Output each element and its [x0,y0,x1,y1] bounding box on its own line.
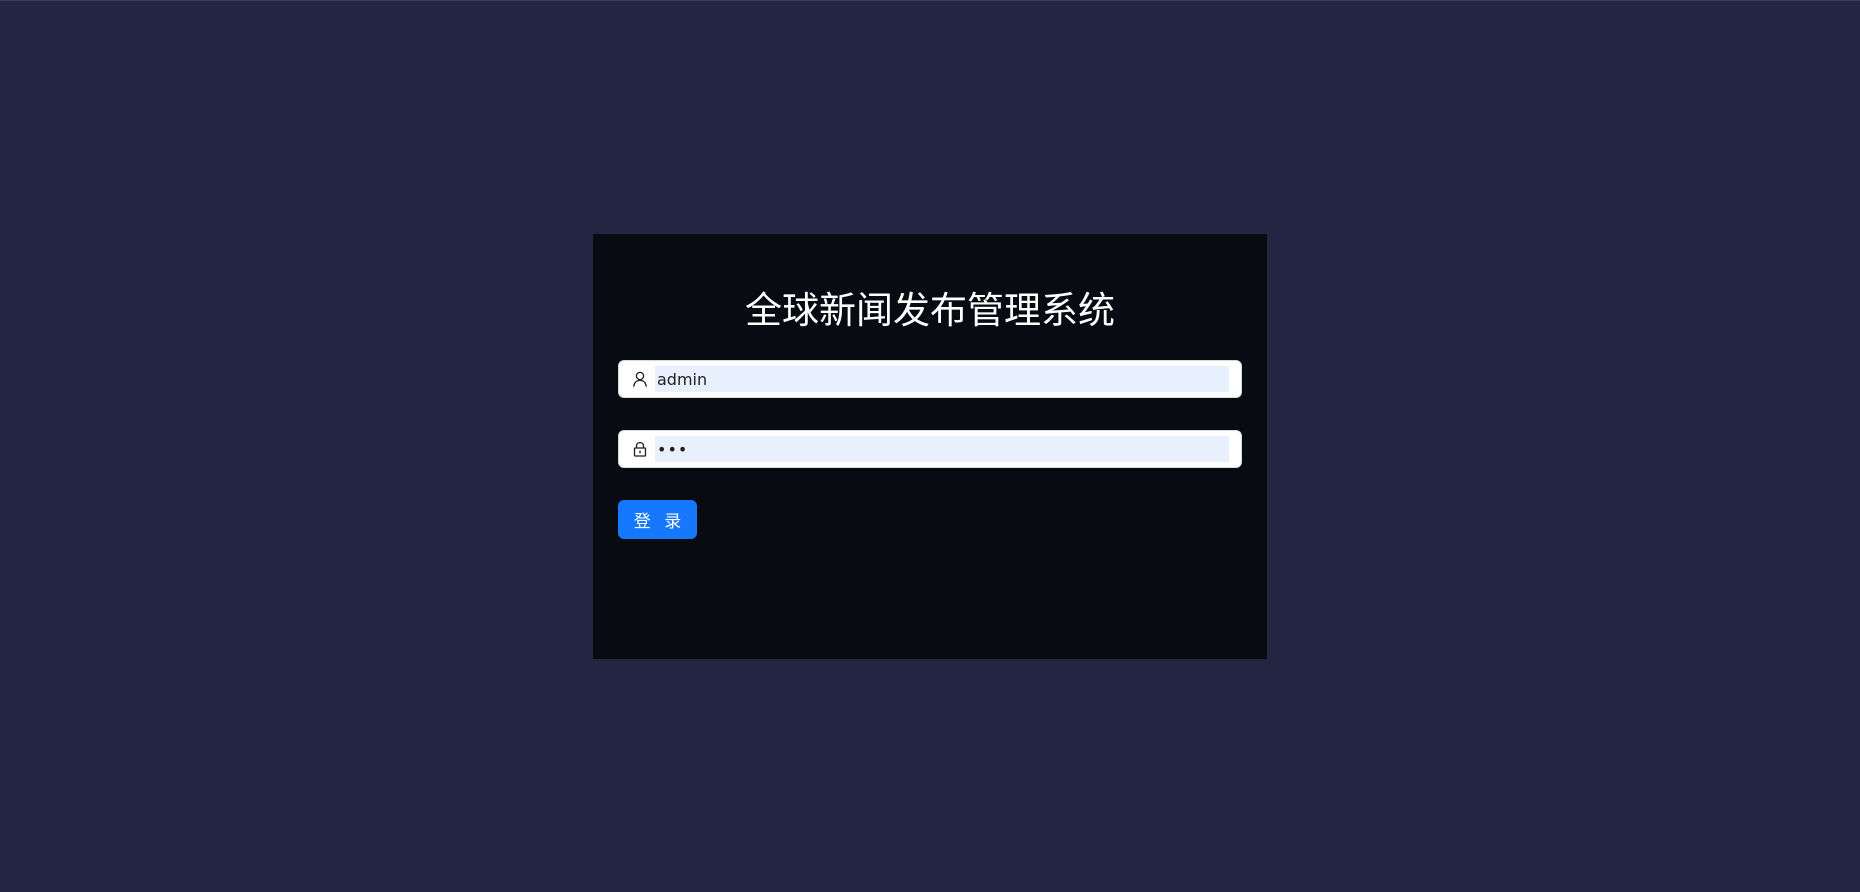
user-icon [632,371,648,387]
username-field[interactable] [618,360,1242,398]
login-button[interactable]: 登 录 [618,500,697,539]
login-card: 全球新闻发布管理系统 登 录 [593,234,1267,659]
lock-icon [632,441,648,457]
username-input[interactable] [655,366,1229,392]
page-title: 全球新闻发布管理系统 [745,289,1115,332]
password-input[interactable] [655,436,1229,462]
password-field[interactable] [618,430,1242,468]
window-top-border [0,0,1860,1]
